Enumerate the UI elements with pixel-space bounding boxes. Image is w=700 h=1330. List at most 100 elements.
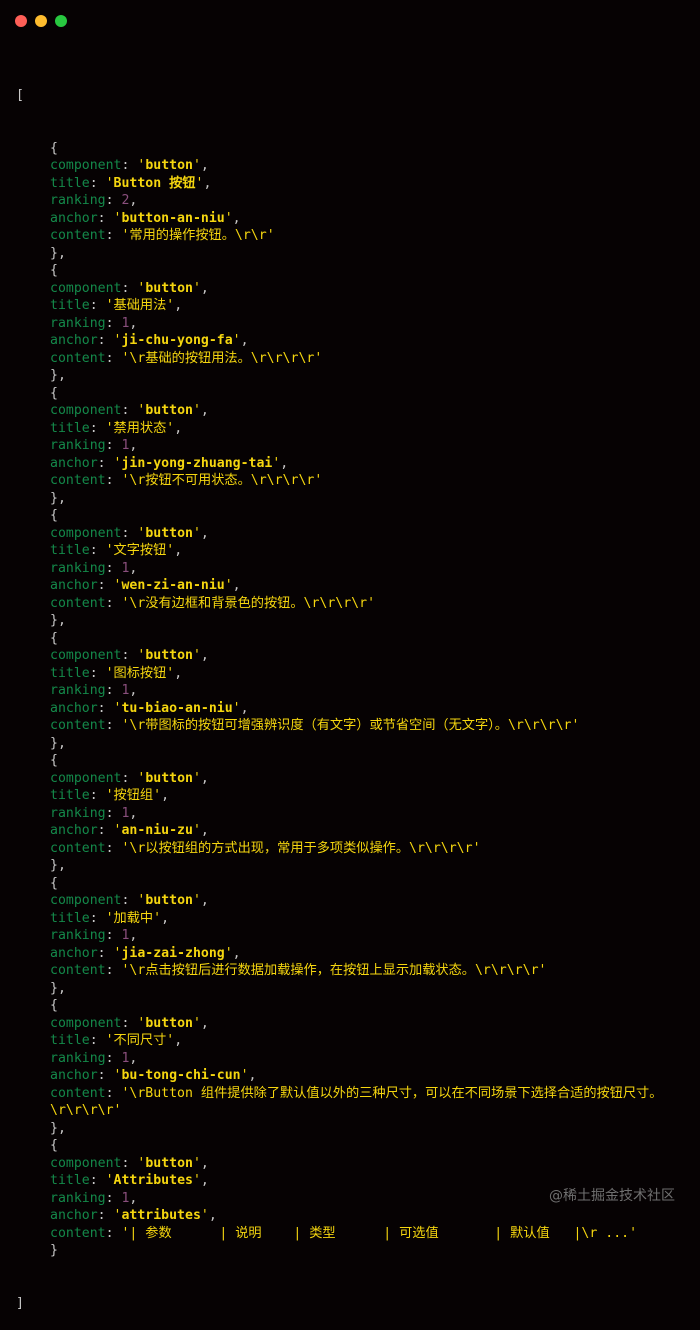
- field-value: an-niu-zu: [121, 823, 193, 838]
- field-value: button: [145, 158, 193, 173]
- field-ranking: ranking: 1,: [50, 928, 138, 943]
- close-window-button[interactable]: [15, 15, 27, 27]
- field-key: title: [50, 420, 90, 436]
- field-value: jia-zai-zhong: [121, 945, 225, 961]
- close-bracket: ]: [16, 1295, 24, 1311]
- field-value: button: [145, 525, 193, 541]
- open-brace: {: [50, 753, 58, 768]
- field-value: \r点击按钮后进行数据加载操作，在按钮上显示加载状态。\r\r\r\r: [129, 963, 539, 978]
- field-value: 按钮组: [113, 788, 154, 803]
- field-key: ranking: [50, 1190, 106, 1206]
- field-value: attributes: [121, 1208, 201, 1223]
- open-bracket: [: [16, 88, 24, 103]
- field-value: Button 按钮: [113, 175, 196, 191]
- code-object: {component: 'button', title: '不同尺寸', ranki…: [16, 997, 686, 1137]
- field-content: content: '\r点击按钮后进行数据加载操作，在按钮上显示加载状态。\r\…: [50, 963, 547, 978]
- code-object: {component: 'button', title: 'Button 按钮',…: [16, 140, 686, 263]
- field-value: \rButton 组件提供除了默认值以外的三种尺寸，可以在不同场景下选择合适的按…: [50, 1085, 663, 1119]
- field-key: component: [50, 158, 122, 173]
- field-value: button: [145, 893, 193, 908]
- code-object: { component: 'button', title: '按钮组', rankin…: [16, 752, 686, 875]
- open-brace: {: [50, 630, 58, 646]
- field-component: component: 'button',: [50, 1015, 209, 1031]
- field-component: component: 'button',: [50, 158, 209, 173]
- field-key: content: [50, 1225, 106, 1241]
- minimize-window-button[interactable]: [35, 15, 47, 27]
- field-key: anchor: [50, 455, 98, 471]
- field-anchor: anchor: 'tu-biao-an-niu',: [50, 700, 249, 716]
- field-key: anchor: [50, 1208, 98, 1223]
- field-value: 禁用状态: [113, 420, 167, 436]
- open-brace: {: [50, 875, 58, 891]
- close-brace: },: [50, 245, 66, 261]
- window-controls: [15, 15, 67, 27]
- field-title: title: '加载中',: [50, 910, 170, 926]
- field-key: anchor: [50, 1068, 98, 1083]
- close-brace: }: [50, 1243, 58, 1258]
- close-brace: },: [50, 735, 66, 751]
- field-key: content: [50, 1085, 106, 1101]
- field-value: \r带图标的按钮可增强辨识度（有文字）或节省空间（无文字）。\r\r\r\r: [129, 718, 572, 733]
- watermark: @稀土掘金技术社区: [549, 1188, 675, 1204]
- field-key: anchor: [50, 578, 98, 593]
- field-anchor: anchor: 'button-an-niu',: [50, 210, 241, 226]
- field-key: content: [50, 350, 106, 366]
- field-anchor: anchor: 'jia-zai-zhong',: [50, 945, 241, 961]
- field-key: anchor: [50, 333, 98, 348]
- field-content: content: '| 参数 | 说明 | 类型 | 可选值 | 默认值 |\r…: [50, 1225, 638, 1241]
- field-value: \r按钮不可用状态。\r\r\r\r: [129, 473, 315, 488]
- field-value: | 参数 | 说明 | 类型 | 可选值 | 默认值 |\r ...: [129, 1225, 630, 1241]
- field-key: content: [50, 595, 106, 611]
- open-brace: {: [50, 263, 58, 278]
- field-key: component: [50, 525, 122, 541]
- field-content: content: '\rButton 组件提供除了默认值以外的三种尺寸，可以在不…: [50, 1085, 663, 1119]
- field-title: title: '不同尺寸',: [50, 1033, 183, 1048]
- field-value: 常用的操作按钮。\r\r: [129, 228, 267, 243]
- field-value: Attributes: [113, 1173, 193, 1188]
- field-key: ranking: [50, 1050, 106, 1066]
- code-object: {component: 'button', title: '加载中', rankin…: [16, 875, 686, 998]
- code-object: {component: 'button', title: '禁用状态', ranki…: [16, 385, 686, 508]
- field-component: component: 'button',: [50, 525, 209, 541]
- field-key: component: [50, 1015, 122, 1031]
- field-key: title: [50, 298, 90, 313]
- field-key: ranking: [50, 928, 106, 943]
- code-object: {component: 'button', title: '图标按钮', ranki…: [16, 630, 686, 753]
- field-value: 文字按钮: [113, 543, 167, 558]
- field-value: button: [145, 280, 193, 296]
- field-key: title: [50, 1173, 90, 1188]
- field-key: title: [50, 788, 90, 803]
- field-key: ranking: [50, 193, 106, 208]
- field-ranking: ranking: 1,: [50, 1050, 138, 1066]
- field-key: anchor: [50, 210, 98, 226]
- field-anchor: anchor: 'jin-yong-zhuang-tai',: [50, 455, 289, 471]
- field-value: \r基础的按钮用法。\r\r\r\r: [129, 350, 315, 366]
- field-key: content: [50, 718, 106, 733]
- field-title: title: '图标按钮',: [50, 665, 183, 681]
- field-key: ranking: [50, 805, 106, 821]
- field-value: button: [145, 1015, 193, 1031]
- field-component: component: 'button',: [50, 648, 209, 663]
- field-title: title: '按钮组',: [50, 788, 170, 803]
- field-value: \r没有边框和背景色的按钮。\r\r\r\r: [129, 595, 368, 611]
- field-title: title: '禁用状态',: [50, 420, 183, 436]
- field-component: component: 'button',: [50, 770, 209, 786]
- field-key: ranking: [50, 438, 106, 453]
- field-ranking: ranking: 1,: [50, 805, 138, 821]
- field-anchor: anchor: 'an-niu-zu',: [50, 823, 209, 838]
- maximize-window-button[interactable]: [55, 15, 67, 27]
- field-content: content: '\r按钮不可用状态。\r\r\r\r': [50, 473, 323, 488]
- field-key: title: [50, 665, 90, 681]
- field-value: button: [145, 403, 193, 418]
- field-key: component: [50, 403, 122, 418]
- field-ranking: ranking: 1,: [50, 315, 138, 331]
- field-ranking: ranking: 2,: [50, 193, 138, 208]
- open-brace: {: [50, 140, 58, 156]
- field-key: title: [50, 1033, 90, 1048]
- field-component: component: 'button',: [50, 1155, 209, 1171]
- field-value: button: [145, 770, 193, 786]
- open-brace: {: [50, 385, 58, 401]
- field-value: bu-tong-chi-cun: [121, 1068, 241, 1083]
- field-key: content: [50, 963, 106, 978]
- field-value: button: [145, 1155, 193, 1171]
